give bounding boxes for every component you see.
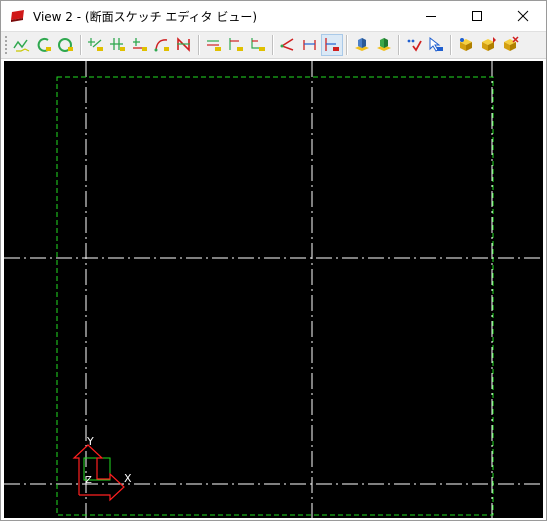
dimension-distance-icon (303, 40, 316, 50)
extrude-surface-icon (377, 38, 391, 51)
close-button[interactable] (500, 1, 546, 31)
toolbar-grip[interactable] (4, 35, 8, 55)
polyline-icon (13, 39, 30, 52)
toolbar-separator (450, 35, 452, 55)
trim-tool-button[interactable] (173, 34, 195, 56)
arc-tangent-icon (37, 37, 51, 52)
point-snap-icon (88, 38, 103, 51)
constraint-perpendicular-tool-button[interactable] (107, 34, 129, 56)
select-mode-tool-button[interactable] (425, 34, 447, 56)
align-left-tool-button[interactable] (225, 34, 247, 56)
dimension-vertical-tool-button[interactable] (321, 34, 343, 56)
point-snap-tool-button[interactable] (85, 34, 107, 56)
extrude-surface-tool-button[interactable] (373, 34, 395, 56)
constraint-offset-icon (133, 38, 147, 51)
delete-part-tool-button[interactable] (499, 34, 521, 56)
sketch-canvas[interactable]: Y X Z (4, 61, 543, 518)
extrude-solid-tool-button[interactable] (351, 34, 373, 56)
app-icon (10, 8, 26, 24)
title-bar[interactable]: View 2 - (断面スケッチ エディタ ビュー) (1, 1, 546, 31)
align-horizontal-tool-button[interactable] (203, 34, 225, 56)
axis-y-arrow (72, 444, 110, 495)
window-title: View 2 - (断面スケッチ エディタ ビュー) (33, 9, 258, 24)
verify-tool-button[interactable] (403, 34, 425, 56)
minimize-icon (426, 16, 436, 17)
move-part-icon (460, 38, 472, 51)
align-corner-icon (251, 38, 265, 51)
curve-edit-icon (154, 39, 169, 52)
toolbar-separator (398, 35, 400, 55)
toolbar-separator (198, 35, 200, 55)
view-window: View 2 - (断面スケッチ エディタ ビュー) Y X Z (0, 0, 547, 521)
sketch-boundary (56, 76, 494, 516)
minimize-button[interactable] (408, 1, 454, 31)
constraint-perpendicular-icon (110, 38, 125, 51)
axis-y-label: Y (86, 435, 94, 448)
arc-tangent-tool-button[interactable] (33, 34, 55, 56)
close-icon (517, 10, 529, 22)
select-mode-icon (429, 36, 443, 52)
align-left-icon (229, 38, 243, 51)
copy-part-icon (482, 37, 496, 51)
coordinate-axis-indicator: Y X Z (72, 435, 132, 502)
align-corner-tool-button[interactable] (247, 34, 269, 56)
dimension-vertical-icon (325, 38, 339, 51)
arc-3point-tool-button[interactable] (55, 34, 77, 56)
arc-3point-icon (58, 38, 73, 52)
axis-z-label: Z (85, 475, 92, 486)
verify-icon (407, 39, 422, 52)
sketch-toolbar (1, 31, 546, 59)
dimension-angle-tool-button[interactable] (277, 34, 299, 56)
copy-part-tool-button[interactable] (477, 34, 499, 56)
dimension-angle-icon (280, 38, 294, 51)
toolbar-separator (80, 35, 82, 55)
align-horizontal-icon (207, 40, 221, 51)
dimension-distance-tool-button[interactable] (299, 34, 321, 56)
trim-icon (177, 37, 190, 52)
toolbar-separator (346, 35, 348, 55)
extrude-solid-icon (355, 38, 369, 51)
polyline-tool-button[interactable] (11, 34, 33, 56)
constraint-offset-tool-button[interactable] (129, 34, 151, 56)
axis-x-label: X (124, 472, 132, 485)
delete-part-icon (504, 36, 519, 51)
maximize-icon (472, 11, 482, 21)
toolbar-separator (272, 35, 274, 55)
maximize-button[interactable] (454, 1, 500, 31)
curve-edit-tool-button[interactable] (151, 34, 173, 56)
move-part-tool-button[interactable] (455, 34, 477, 56)
